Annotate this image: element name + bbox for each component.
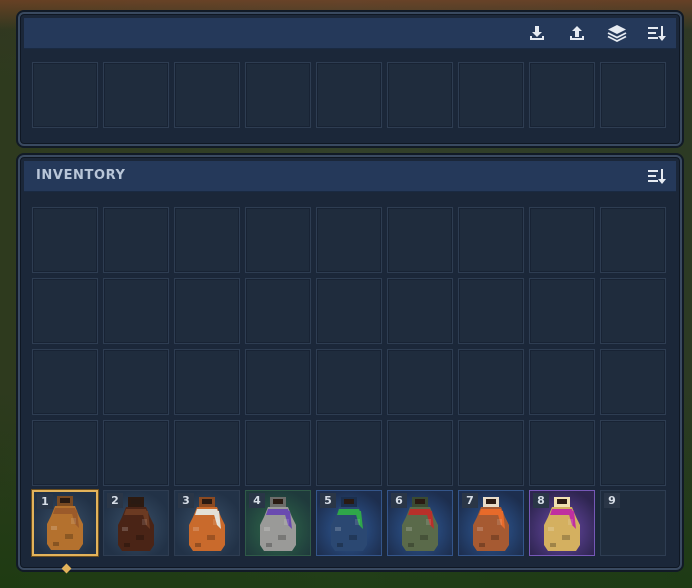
container-toolbar xyxy=(526,23,668,43)
hotbar-slot-number: 9 xyxy=(604,493,620,508)
inventory-slot[interactable] xyxy=(316,278,382,344)
inventory-slot[interactable] xyxy=(174,278,240,344)
inventory-slot[interactable] xyxy=(458,278,524,344)
container-slot[interactable] xyxy=(600,62,666,128)
container-slot[interactable] xyxy=(316,62,382,128)
container-slot[interactable] xyxy=(458,62,524,128)
inventory-slot[interactable] xyxy=(600,278,666,344)
inventory-slot[interactable] xyxy=(316,349,382,415)
container-slot[interactable] xyxy=(174,62,240,128)
container-slot-grid xyxy=(32,62,666,128)
inventory-slot[interactable] xyxy=(32,278,98,344)
inventory-slot[interactable] xyxy=(529,278,595,344)
upload-icon[interactable] xyxy=(566,23,588,43)
inventory-slot[interactable] xyxy=(316,207,382,273)
inventory-slot[interactable] xyxy=(32,207,98,273)
container-header xyxy=(24,18,676,49)
inventory-title: INVENTORY xyxy=(36,168,126,183)
hotbar-slot-number: 8 xyxy=(533,493,549,508)
hotbar-slot-3[interactable]: 3 xyxy=(174,490,240,556)
inventory-slot[interactable] xyxy=(103,278,169,344)
inventory-slot[interactable] xyxy=(387,207,453,273)
inventory-slot[interactable] xyxy=(32,420,98,486)
inventory-slot[interactable] xyxy=(387,278,453,344)
hotbar-slot-9[interactable]: 9 xyxy=(600,490,666,556)
hotbar: 1 2 3 4 5 6 7 8 9 xyxy=(32,490,666,556)
inventory-slot[interactable] xyxy=(103,349,169,415)
inventory-slot[interactable] xyxy=(458,420,524,486)
hotbar-slot-number: 2 xyxy=(107,493,123,508)
hotbar-slot-5[interactable]: 5 xyxy=(316,490,382,556)
inventory-slot[interactable] xyxy=(245,278,311,344)
hotbar-slot-number: 5 xyxy=(320,493,336,508)
hotbar-slot-number: 6 xyxy=(391,493,407,508)
hotbar-slot-2[interactable]: 2 xyxy=(103,490,169,556)
hotbar-slot-4[interactable]: 4 xyxy=(245,490,311,556)
inventory-header: INVENTORY xyxy=(24,161,676,192)
inventory-panel: INVENTORY 1 2 3 4 5 6 7 8 9 xyxy=(18,155,682,570)
container-panel xyxy=(18,12,682,146)
container-slot[interactable] xyxy=(245,62,311,128)
inventory-slot[interactable] xyxy=(316,420,382,486)
inventory-slot[interactable] xyxy=(174,420,240,486)
inventory-slot-grid xyxy=(32,207,666,486)
inventory-slot[interactable] xyxy=(387,349,453,415)
inventory-slot[interactable] xyxy=(245,349,311,415)
inventory-slot[interactable] xyxy=(600,207,666,273)
inventory-slot[interactable] xyxy=(529,349,595,415)
layers-icon[interactable] xyxy=(606,23,628,43)
hotbar-slot-1[interactable]: 1 xyxy=(32,490,98,556)
container-slot[interactable] xyxy=(387,62,453,128)
inventory-slot[interactable] xyxy=(458,349,524,415)
hotbar-slot-number: 3 xyxy=(178,493,194,508)
hotbar-slot-7[interactable]: 7 xyxy=(458,490,524,556)
inventory-slot[interactable] xyxy=(174,349,240,415)
inventory-slot[interactable] xyxy=(103,207,169,273)
hotbar-slot-number: 7 xyxy=(462,493,478,508)
container-slot[interactable] xyxy=(32,62,98,128)
sort-icon[interactable] xyxy=(646,166,668,186)
hotbar-slot-number: 4 xyxy=(249,493,265,508)
hotbar-slot-number: 1 xyxy=(37,494,53,509)
download-icon[interactable] xyxy=(526,23,548,43)
inventory-slot[interactable] xyxy=(600,420,666,486)
sort-icon[interactable] xyxy=(646,23,668,43)
inventory-slot[interactable] xyxy=(600,349,666,415)
inventory-slot[interactable] xyxy=(245,207,311,273)
hotbar-slot-8[interactable]: 8 xyxy=(529,490,595,556)
inventory-slot[interactable] xyxy=(529,207,595,273)
inventory-slot[interactable] xyxy=(174,207,240,273)
container-slot[interactable] xyxy=(529,62,595,128)
inventory-slot[interactable] xyxy=(32,349,98,415)
container-slot[interactable] xyxy=(103,62,169,128)
inventory-slot[interactable] xyxy=(245,420,311,486)
inventory-toolbar xyxy=(646,166,668,186)
inventory-slot[interactable] xyxy=(458,207,524,273)
hotbar-slot-6[interactable]: 6 xyxy=(387,490,453,556)
inventory-slot[interactable] xyxy=(103,420,169,486)
inventory-slot[interactable] xyxy=(529,420,595,486)
inventory-slot[interactable] xyxy=(387,420,453,486)
